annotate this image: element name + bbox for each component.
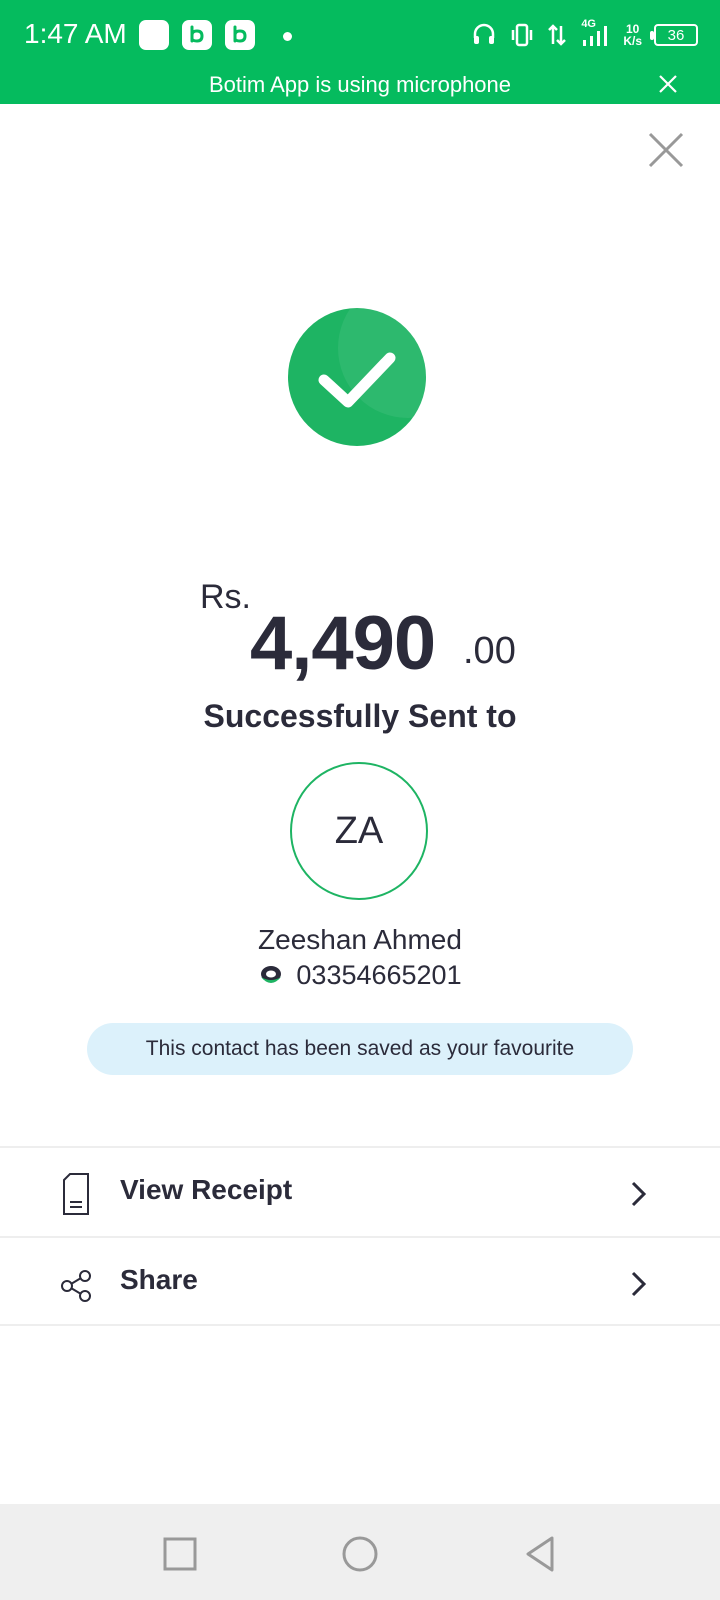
amount-whole: 4,490 — [250, 601, 436, 686]
amount-display: Rs. 4,490 .00 — [0, 578, 720, 688]
view-receipt-button[interactable]: View Receipt — [0, 1150, 720, 1238]
success-check-icon — [288, 308, 426, 446]
botim-notification-icon — [182, 20, 212, 50]
close-button[interactable] — [644, 128, 688, 172]
botim-notification-icon — [225, 20, 255, 50]
status-icons: 4G 10 K/s 36 — [471, 18, 698, 52]
wallet-logo-icon — [261, 965, 282, 983]
battery-level: 36 — [667, 26, 685, 44]
battery-icon: 36 — [650, 24, 698, 46]
data-transfer-icon — [548, 24, 567, 46]
vibrate-icon — [512, 23, 533, 47]
share-label: Share — [120, 1264, 198, 1295]
status-time: 1:47 AM — [24, 18, 127, 49]
divider — [0, 1324, 720, 1326]
favourite-notice: This contact has been saved as your favo… — [87, 1023, 633, 1075]
back-button[interactable] — [520, 1534, 560, 1574]
home-button[interactable] — [340, 1534, 380, 1574]
amount-decimal: .00 — [463, 630, 516, 672]
app-notification-icon — [139, 20, 169, 50]
chevron-right-icon — [631, 1271, 647, 1297]
recent-apps-button[interactable] — [160, 1534, 200, 1574]
close-icon[interactable] — [656, 72, 680, 96]
network-speed: 10 K/s — [623, 22, 642, 48]
status-text: Successfully Sent to — [203, 698, 517, 734]
microphone-banner-text: Botim App is using microphone — [208, 72, 512, 97]
notification-dot — [283, 32, 292, 41]
microphone-banner[interactable]: Botim App is using microphone — [0, 66, 720, 102]
avatar: ZA — [290, 762, 428, 900]
receipt-icon — [63, 1173, 89, 1215]
headset-icon — [474, 23, 495, 44]
recipient-phone: 03354665201 — [296, 960, 462, 990]
view-receipt-label: View Receipt — [120, 1174, 293, 1205]
divider — [0, 1146, 720, 1148]
signal-icon: 4G — [579, 18, 611, 50]
recipient-name: Zeeshan Ahmed — [258, 924, 462, 955]
share-icon — [61, 1270, 91, 1302]
recipient-phone-row: 03354665201 — [0, 960, 720, 991]
divider — [0, 1236, 720, 1238]
navigation-bar — [0, 1504, 720, 1600]
status-bar: 1:47 AM 4G 10 K/s 36 Botim App is using … — [0, 0, 720, 104]
share-button[interactable]: Share — [0, 1240, 720, 1328]
currency-label: Rs. — [200, 578, 251, 616]
chevron-right-icon — [631, 1181, 647, 1207]
